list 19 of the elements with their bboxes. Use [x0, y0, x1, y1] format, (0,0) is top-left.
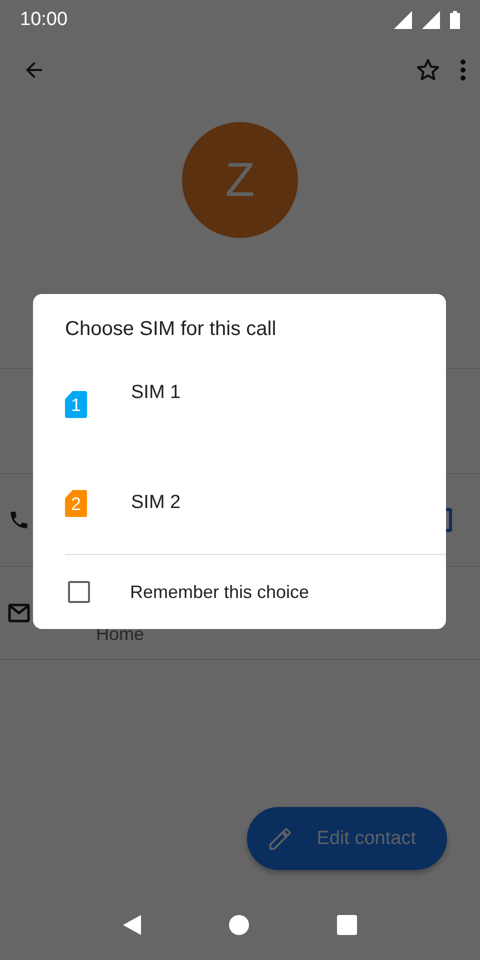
signal-icon — [394, 11, 412, 29]
sim-option[interactable]: SIM 2 — [131, 492, 181, 514]
back-nav-icon[interactable] — [123, 915, 141, 935]
sim-option[interactable]: SIM 1 — [131, 382, 181, 404]
dialog-title: Choose SIM for this call — [65, 318, 278, 342]
sim-card-icon: 2 — [65, 490, 87, 517]
home-nav-icon[interactable] — [229, 915, 249, 935]
remember-checkbox[interactable] — [68, 581, 90, 603]
phone-icon — [8, 509, 30, 531]
status-time: 10:00 — [20, 9, 68, 31]
sim-card-icon: 1 — [65, 391, 87, 418]
contact-avatar: Z — [182, 122, 298, 238]
signal-icon — [422, 11, 440, 29]
mail-icon — [8, 603, 30, 623]
pencil-icon — [266, 826, 293, 852]
checkbox-label[interactable]: Remember this choice — [130, 582, 310, 602]
battery-icon — [450, 11, 460, 29]
more-options-icon[interactable] — [460, 59, 466, 81]
email-type-label: Home — [96, 624, 144, 644]
